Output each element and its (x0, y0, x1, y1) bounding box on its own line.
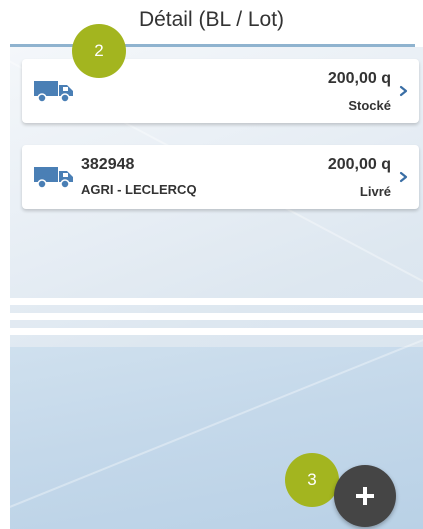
add-button[interactable] (334, 465, 396, 527)
plus-icon (356, 487, 374, 505)
item-status: Livré (359, 184, 391, 199)
item-quantity: 200,00 q (327, 156, 391, 173)
step-badge-2: 2 (72, 24, 126, 78)
header: Détail (BL / Lot) (0, 0, 423, 44)
chevron-right-icon (399, 171, 408, 183)
item-status: Stocké (348, 98, 391, 113)
item-client: AGRI - LECLERCQ (81, 182, 197, 197)
item-quantity: 200,00 q (327, 70, 391, 87)
truck-icon (34, 81, 73, 103)
list-item[interactable]: 382948 AGRI - LECLERCQ 200,00 q Livré (22, 145, 419, 209)
chevron-right-icon (399, 85, 408, 97)
step-badge-3: 3 (285, 453, 339, 507)
divider-stripe (10, 298, 423, 305)
page-title: Détail (BL / Lot) (138, 8, 285, 31)
truck-icon (34, 167, 73, 189)
divider-stripe (10, 328, 423, 335)
item-reference: 382948 (81, 156, 135, 173)
content-area: 200,00 q Stocké 382948 AGRI - LECLERCQ 2… (10, 47, 423, 529)
divider-stripe (10, 313, 423, 320)
